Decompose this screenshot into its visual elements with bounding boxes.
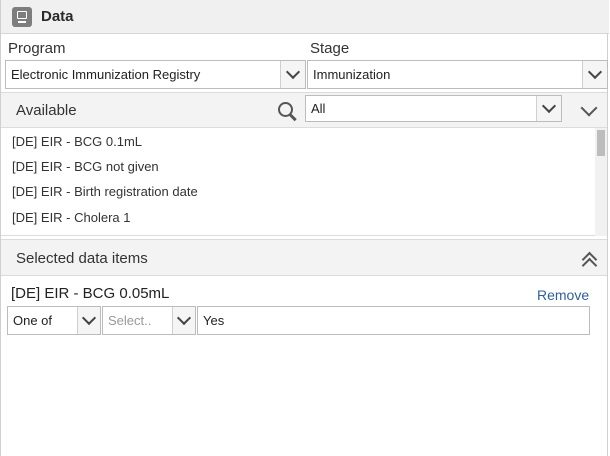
available-filter-value: All — [311, 101, 326, 116]
remove-link[interactable]: Remove — [537, 287, 589, 303]
option-placeholder: Select.. — [108, 313, 152, 328]
list-item[interactable]: [DE] EIR - BCG 0.1mL — [12, 134, 142, 149]
program-select[interactable]: Electronic Immunization Registry — [5, 60, 306, 89]
operator-arrow[interactable] — [77, 307, 100, 334]
value-input-text: Yes — [203, 313, 225, 328]
option-select[interactable]: Select.. — [102, 306, 196, 335]
panel-title: Data — [41, 8, 74, 25]
data-panel: Data Program Electronic Immunization Reg… — [0, 0, 609, 456]
available-filter-arrow[interactable] — [536, 96, 561, 121]
operator-value: One of — [13, 313, 53, 328]
panel-header: Data — [1, 0, 609, 34]
selected-title: Selected data items — [16, 250, 148, 267]
value-input[interactable]: Yes — [197, 306, 590, 335]
monitor-icon — [12, 7, 32, 27]
available-scrollbar[interactable] — [595, 128, 607, 236]
chevron-down-icon — [587, 64, 603, 80]
available-title: Available — [16, 102, 77, 119]
scrollbar-thumb[interactable] — [597, 130, 605, 156]
selected-header: Selected data items — [1, 239, 607, 276]
chevron-down-icon — [541, 98, 557, 114]
stage-select[interactable]: Immunization — [307, 60, 608, 89]
operator-select[interactable]: One of — [7, 306, 101, 335]
stage-label: Stage — [310, 40, 350, 57]
list-item[interactable]: [DE] EIR - Birth registration date — [12, 184, 198, 199]
list-item[interactable]: [DE] EIR - Cholera 1 — [12, 210, 131, 225]
chevron-down-icon — [176, 310, 192, 326]
chevron-down-icon — [81, 310, 97, 326]
selected-item-name: [DE] EIR - BCG 0.05mL — [11, 285, 170, 302]
available-list: [DE] EIR - BCG 0.1mL [DE] EIR - BCG not … — [1, 128, 607, 236]
program-select-value: Electronic Immunization Registry — [11, 67, 201, 82]
option-arrow[interactable] — [172, 307, 195, 334]
list-item[interactable]: [DE] EIR - BCG not given — [12, 159, 159, 174]
search-icon[interactable] — [277, 101, 297, 121]
chevron-down-icon — [285, 64, 301, 80]
program-select-arrow[interactable] — [280, 61, 305, 88]
available-filter-select[interactable]: All — [305, 95, 562, 122]
double-chevron-up-icon[interactable] — [581, 251, 598, 274]
program-label: Program — [8, 40, 66, 57]
stage-select-arrow[interactable] — [582, 61, 607, 88]
stage-select-value: Immunization — [313, 67, 391, 82]
